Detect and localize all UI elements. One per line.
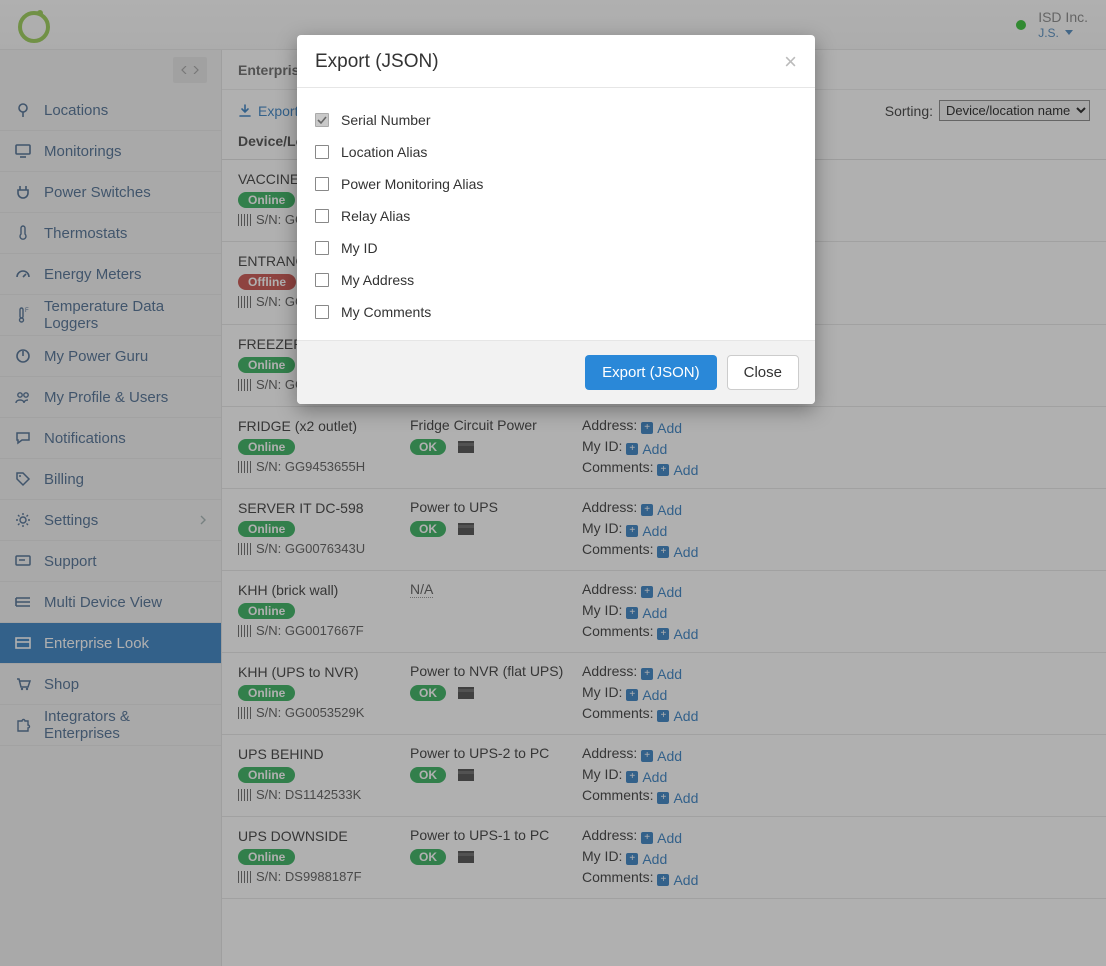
export-option-my-comments[interactable]: My Comments [301,296,811,328]
close-icon[interactable]: × [784,51,797,73]
modal-title: Export (JSON) [315,51,439,73]
export-option-serial-number[interactable]: Serial Number [301,104,811,136]
export-option-relay-alias[interactable]: Relay Alias [301,200,811,232]
checkbox[interactable] [315,209,329,223]
option-label: Power Monitoring Alias [341,176,483,192]
option-label: My ID [341,240,378,256]
option-label: Relay Alias [341,208,410,224]
export-option-my-address[interactable]: My Address [301,264,811,296]
checkbox[interactable] [315,305,329,319]
modal-header: Export (JSON) × [297,35,815,88]
modal-body: Serial Number Location Alias Power Monitor… [297,88,815,340]
option-label: Location Alias [341,144,427,160]
checkbox[interactable] [315,113,329,127]
export-modal: Export (JSON) × Serial Number Location Al… [297,35,815,404]
export-option-power-monitoring-alias[interactable]: Power Monitoring Alias [301,168,811,200]
export-option-my-id[interactable]: My ID [301,232,811,264]
checkbox[interactable] [315,273,329,287]
option-label: My Comments [341,304,431,320]
option-label: My Address [341,272,414,288]
checkbox[interactable] [315,177,329,191]
checkbox[interactable] [315,241,329,255]
close-button[interactable]: Close [727,355,799,390]
checkbox[interactable] [315,145,329,159]
export-option-location-alias[interactable]: Location Alias [301,136,811,168]
option-label: Serial Number [341,112,430,128]
export-button[interactable]: Export (JSON) [585,355,717,390]
modal-footer: Export (JSON) Close [297,340,815,404]
